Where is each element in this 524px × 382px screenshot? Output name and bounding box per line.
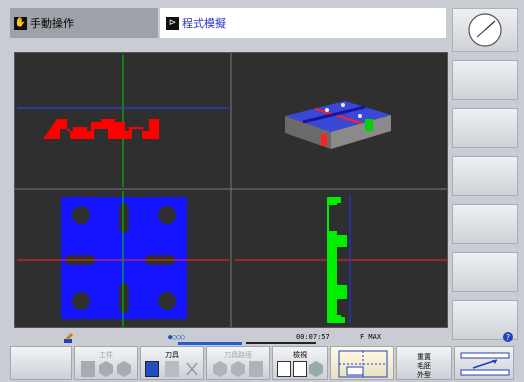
progress-bar-track <box>246 342 316 344</box>
feed-rate: F MAX <box>360 333 382 341</box>
view-layout-icon <box>338 350 388 378</box>
3d-view <box>285 101 391 149</box>
view-3d-icon <box>309 361 323 377</box>
vertical-softkey-2[interactable] <box>452 108 518 148</box>
vertical-softkey-5[interactable] <box>452 252 518 292</box>
workpiece-block-icon <box>81 361 95 377</box>
plan-slot-bottom <box>119 283 129 313</box>
softkey-row-switch-icon <box>460 352 510 376</box>
mode-simulation-label: 程式模擬 <box>182 17 226 30</box>
plan-hole-3 <box>72 292 90 310</box>
plan-view <box>17 191 229 327</box>
mode-tab-simulation-content: ⊳ 程式模擬 <box>166 15 226 31</box>
simulation-graphics[interactable] <box>14 52 448 328</box>
vertical-softkey-4[interactable] <box>452 204 518 244</box>
softkey-tool-path-label: 刀具路徑 <box>224 351 252 359</box>
plan-slot-top <box>119 203 129 233</box>
program-run-icon: ⊳ <box>166 16 179 30</box>
softkey-view-label: 檢視 <box>293 351 307 359</box>
workpiece-solid-icon <box>117 361 131 377</box>
help-icon[interactable]: ? <box>503 332 513 342</box>
tool-path-1-icon <box>213 361 227 377</box>
block-hole-2 <box>358 114 362 118</box>
softkey-view-options[interactable] <box>330 346 394 380</box>
view-plan-icon <box>277 361 291 377</box>
view-3plane-icon <box>293 361 307 377</box>
elapsed-time: 00:07:57 <box>296 333 330 341</box>
front-profile <box>43 119 159 139</box>
softkey-workpiece-label: 工件 <box>99 351 113 359</box>
tool-hidden-icon <box>186 362 198 376</box>
tool-outline-icon <box>165 361 179 377</box>
block-hole-1 <box>325 108 329 112</box>
clock-icon <box>452 8 518 52</box>
block-green-cut <box>365 119 373 131</box>
simulation-views <box>15 53 447 327</box>
vertical-softkey-1[interactable] <box>452 60 518 100</box>
softkey-view[interactable]: 檢視 <box>272 346 328 380</box>
softkey-reset-blank[interactable]: 重置 毛胚 外型 <box>396 346 452 380</box>
softkey-tool[interactable]: 刀具 <box>140 346 204 380</box>
vertical-softkey-3[interactable] <box>452 156 518 196</box>
softkey-workpiece[interactable]: 工件 <box>74 346 138 380</box>
block-red-cut <box>321 134 327 146</box>
workpiece-3d-icon <box>99 361 113 377</box>
softkey-tool-path[interactable]: 刀具路徑 <box>206 346 270 380</box>
plan-hole-1 <box>72 206 90 224</box>
hand-icon: ✋ <box>14 16 27 30</box>
mode-tab-simulation[interactable]: ⊳ 程式模擬 <box>160 8 446 38</box>
clock-face <box>468 13 502 47</box>
tool-shaded-icon <box>145 361 159 377</box>
softkey-empty-1[interactable] <box>10 346 72 380</box>
pencil-icon <box>64 333 73 343</box>
softkey-reset-line3: 外型 <box>417 371 431 379</box>
progress-dots: ●○○○ <box>168 333 185 341</box>
tool-path-3-icon <box>249 361 263 377</box>
block-hole-3 <box>341 103 345 107</box>
mode-tab-manual-content: ✋ 手動操作 <box>14 15 74 31</box>
progress-bar <box>178 342 242 345</box>
front-view <box>17 55 229 187</box>
status-bar: ●○○○ 00:07:57 F MAX ? <box>10 330 514 346</box>
softkey-tool-label: 刀具 <box>165 351 179 359</box>
side-view <box>235 195 447 323</box>
plan-hole-2 <box>158 206 176 224</box>
plan-hole-4 <box>158 292 176 310</box>
softkey-next[interactable] <box>454 346 514 380</box>
tool-path-2-icon <box>231 361 245 377</box>
screen: { "header": { "mode_left": "手動操作", "mode… <box>0 0 524 382</box>
horizontal-softkey-bar: 工件 刀具 刀具路徑 檢視 重置 毛胚 外型 <box>10 346 514 380</box>
mode-tab-manual[interactable]: ✋ 手動操作 <box>10 8 158 38</box>
svg-text:?: ? <box>506 333 510 342</box>
mode-manual-label: 手動操作 <box>30 17 74 30</box>
